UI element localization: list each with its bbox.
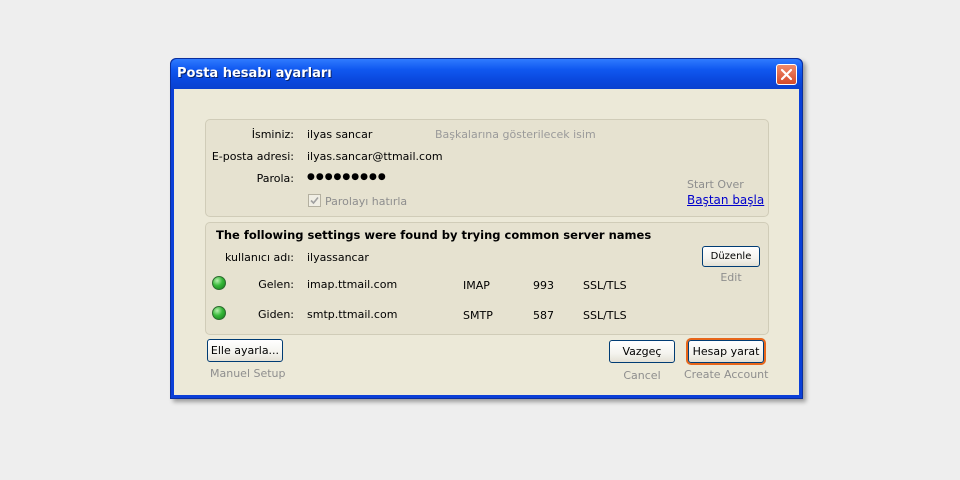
name-label: İsminiz: (251, 128, 294, 141)
dialog-body: İsminiz: ilyas sancar Başkalarına göster… (174, 89, 799, 395)
password-label: Parola: (256, 172, 294, 185)
incoming-port: 993 (533, 279, 554, 292)
username-value: ilyassancar (307, 251, 369, 264)
name-field[interactable]: ilyas sancar (307, 128, 372, 141)
outgoing-protocol: SMTP (463, 309, 493, 322)
edit-button[interactable]: Düzenle (702, 246, 760, 267)
edit-caption: Edit (720, 271, 742, 284)
name-hint: Başkalarına gösterilecek isim (435, 128, 596, 141)
checkmark-icon (310, 196, 319, 205)
password-field[interactable]: ●●●●●●●●● (307, 172, 387, 182)
username-label: kullanıcı adı: (225, 251, 294, 264)
outgoing-port: 587 (533, 309, 554, 322)
incoming-host: imap.ttmail.com (307, 278, 398, 291)
server-settings-heading: The following settings were found by try… (216, 228, 652, 242)
start-over-link[interactable]: Baştan başla (687, 193, 764, 207)
email-field[interactable]: ilyas.sancar@ttmail.com (307, 150, 443, 163)
cancel-caption: Cancel (623, 369, 661, 382)
dialog-title: Posta hesabı ayarları (177, 66, 332, 81)
account-group: İsminiz: ilyas sancar Başkalarına göster… (205, 119, 769, 217)
incoming-protocol: IMAP (463, 279, 490, 292)
close-button[interactable] (776, 64, 797, 85)
create-account-button[interactable]: Hesap yarat (688, 340, 764, 363)
title-bar[interactable]: Posta hesabı ayarları (171, 59, 802, 89)
outgoing-host: smtp.ttmail.com (307, 308, 398, 321)
outgoing-label: Giden: (257, 308, 294, 321)
email-label: E-posta adresi: (211, 150, 294, 163)
incoming-security: SSL/TLS (583, 279, 627, 292)
remember-password-label: Parolayı hatırla (325, 195, 408, 208)
outgoing-security: SSL/TLS (583, 309, 627, 322)
cancel-button[interactable]: Vazgeç (609, 340, 675, 363)
incoming-label: Gelen: (258, 278, 294, 291)
manual-setup-button[interactable]: Elle ayarla... (207, 339, 283, 362)
start-over-caption: Start Over (687, 178, 744, 191)
create-account-caption: Create Account (684, 368, 769, 381)
manual-setup-caption: Manuel Setup (210, 367, 286, 380)
remember-password-checkbox[interactable] (308, 194, 321, 207)
close-icon (780, 68, 793, 81)
account-settings-dialog: Posta hesabı ayarları İsminiz: ilyas san… (170, 58, 803, 399)
server-settings-group: The following settings were found by try… (205, 222, 769, 335)
